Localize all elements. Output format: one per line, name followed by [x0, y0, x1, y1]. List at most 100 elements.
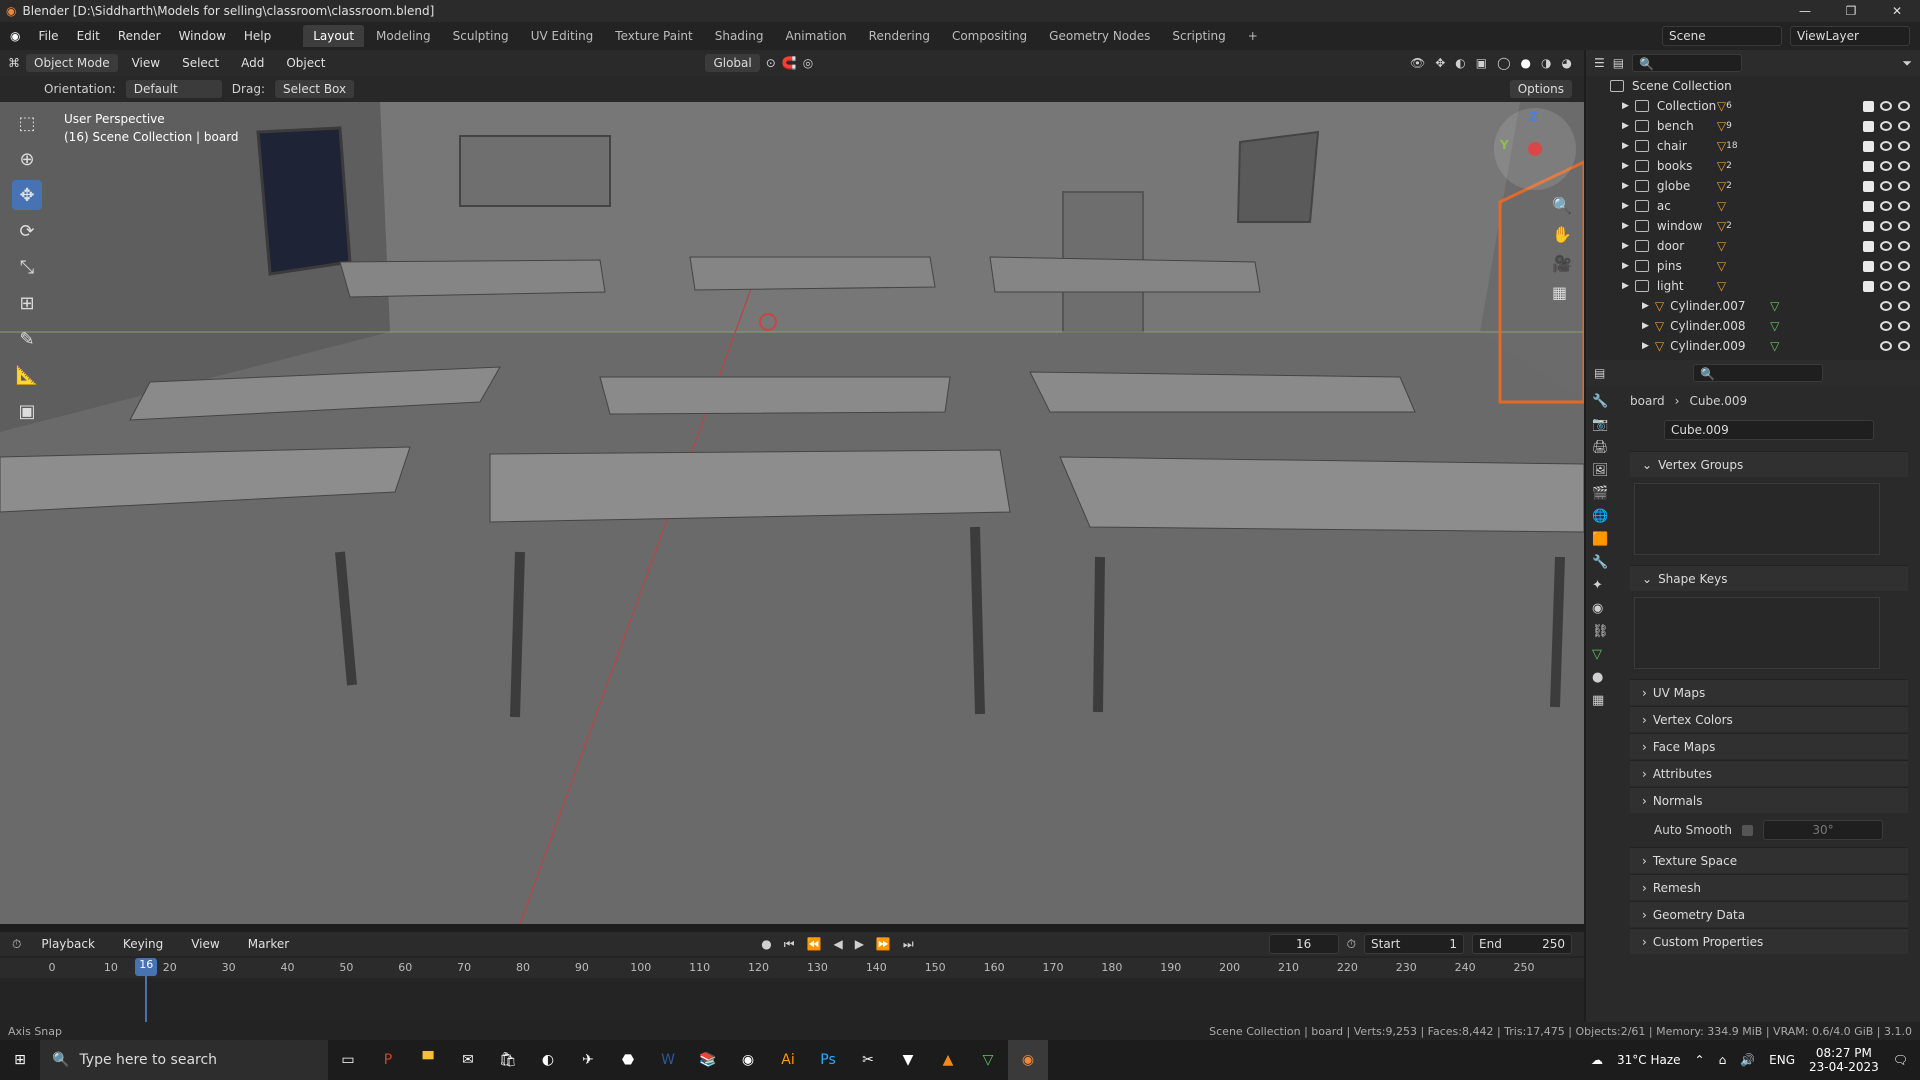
- blender-taskbar-icon[interactable]: ◉: [1008, 1040, 1048, 1080]
- mail-icon[interactable]: ✉: [448, 1040, 488, 1080]
- illustrator-icon[interactable]: Ai: [768, 1040, 808, 1080]
- play-reverse-icon[interactable]: ◀: [833, 937, 842, 951]
- panel-texture-space[interactable]: › Texture Space: [1630, 847, 1908, 873]
- jump-start-icon[interactable]: ⏮: [784, 937, 795, 952]
- menu-window[interactable]: Window: [171, 26, 234, 46]
- expand-arrow-icon[interactable]: ▶: [1622, 201, 1629, 211]
- app-icon[interactable]: ▽: [968, 1040, 1008, 1080]
- eye-icon[interactable]: [1880, 301, 1892, 311]
- language-label[interactable]: ENG: [1769, 1053, 1795, 1067]
- scene-selector[interactable]: Scene: [1662, 26, 1782, 46]
- exclude-checkbox[interactable]: [1863, 140, 1874, 152]
- expand-arrow-icon[interactable]: ▶: [1622, 161, 1629, 171]
- y-axis-icon[interactable]: Y: [1500, 138, 1509, 152]
- menu-edit[interactable]: Edit: [69, 26, 108, 46]
- taskbar-search[interactable]: 🔍 Type here to search: [40, 1040, 328, 1080]
- network-icon[interactable]: ⌂: [1719, 1053, 1727, 1067]
- snap-icon[interactable]: 🧲: [782, 56, 797, 70]
- photoshop-icon[interactable]: Ps: [808, 1040, 848, 1080]
- expand-arrow-icon[interactable]: ▶: [1622, 281, 1629, 291]
- eye-icon[interactable]: [1880, 180, 1892, 191]
- exclude-checkbox[interactable]: [1863, 280, 1874, 292]
- camera-icon[interactable]: [1898, 260, 1910, 271]
- outliner-row[interactable]: ▶ books ▽ 2: [1586, 156, 1920, 176]
- exclude-checkbox[interactable]: [1863, 240, 1874, 252]
- camera-icon[interactable]: [1898, 140, 1910, 151]
- outliner-row[interactable]: ▶ window ▽ 2: [1586, 216, 1920, 236]
- app-icon[interactable]: ✂: [848, 1040, 888, 1080]
- options-button[interactable]: Options: [1509, 80, 1572, 98]
- pan-hand-icon[interactable]: ✋: [1552, 225, 1572, 244]
- clock[interactable]: 08:27 PM 23-04-2023: [1809, 1046, 1879, 1074]
- outliner-row[interactable]: ▶ Collection ▽ 6: [1586, 96, 1920, 116]
- play-icon[interactable]: ▶: [855, 937, 864, 951]
- panel-face-maps[interactable]: › Face Maps: [1630, 733, 1908, 759]
- outliner-row-scene-collection[interactable]: Scene Collection: [1586, 76, 1920, 96]
- minimize-button[interactable]: —: [1782, 4, 1828, 18]
- viewport-menu-select[interactable]: Select: [174, 53, 227, 73]
- notification-icon[interactable]: 🗨: [1893, 1053, 1908, 1067]
- blender-menu-icon[interactable]: ◉: [10, 29, 20, 43]
- powerpoint-icon[interactable]: P: [368, 1040, 408, 1080]
- jump-key-forward-icon[interactable]: ⏩: [876, 937, 891, 951]
- orientation-selector[interactable]: Default: [125, 80, 222, 98]
- expand-arrow-icon[interactable]: ▶: [1622, 221, 1629, 231]
- weather-label[interactable]: 31°C Haze: [1617, 1053, 1681, 1067]
- menu-help[interactable]: Help: [236, 26, 279, 46]
- outliner-filter-icon[interactable]: ▤: [1613, 56, 1624, 70]
- solid-shading-icon[interactable]: ●: [1521, 56, 1531, 70]
- exclude-checkbox[interactable]: [1863, 160, 1874, 172]
- eye-icon[interactable]: [1880, 120, 1892, 131]
- move-icon[interactable]: ✥: [12, 180, 42, 210]
- transform-icon[interactable]: ⊞: [12, 288, 42, 318]
- eye-icon[interactable]: [1880, 240, 1892, 251]
- word-icon[interactable]: W: [648, 1040, 688, 1080]
- task-view-icon[interactable]: ▭: [328, 1040, 368, 1080]
- workspace-tab-uv-editing[interactable]: UV Editing: [521, 25, 604, 47]
- eye-icon[interactable]: [1880, 160, 1892, 171]
- camera-icon[interactable]: 🎥: [1552, 254, 1572, 273]
- select-box-icon[interactable]: ⬚: [12, 108, 42, 138]
- auto-smooth-checkbox[interactable]: [1741, 824, 1753, 836]
- tray-chevron-icon[interactable]: ⌃: [1695, 1053, 1705, 1067]
- x-axis-icon[interactable]: [1528, 142, 1542, 156]
- timeline-area[interactable]: 0 10 20 30 40 50 60 70 80 90 100 110 120 130 140 150 160…: [0, 956, 1584, 1026]
- volume-icon[interactable]: 🔊: [1740, 1053, 1755, 1067]
- vectornator-icon[interactable]: ▼: [888, 1040, 928, 1080]
- outliner-child-row[interactable]: ▶ ▽ Cylinder.009 ▽: [1586, 336, 1920, 356]
- panel-attributes[interactable]: › Attributes: [1630, 760, 1908, 786]
- outliner-child-row[interactable]: ▶ ▽ Cylinder.007 ▽: [1586, 296, 1920, 316]
- edge-icon[interactable]: ◐: [528, 1040, 568, 1080]
- outliner-child-row[interactable]: ▶ ▽ Cylinder.008 ▽: [1586, 316, 1920, 336]
- menu-render[interactable]: Render: [110, 26, 169, 46]
- viewlayer-selector[interactable]: ViewLayer: [1790, 26, 1910, 46]
- transform-orientation-selector[interactable]: Global: [705, 54, 760, 72]
- outliner-row[interactable]: ▶ pins ▽: [1586, 256, 1920, 276]
- windows-start-icon[interactable]: ⊞: [0, 1040, 40, 1080]
- camera-icon[interactable]: [1898, 280, 1910, 291]
- exclude-checkbox[interactable]: [1863, 260, 1874, 272]
- camera-icon[interactable]: [1898, 220, 1910, 231]
- expand-arrow-icon[interactable]: ▶: [1622, 141, 1629, 151]
- overlay-icon[interactable]: ◐: [1455, 56, 1465, 70]
- annotate-icon[interactable]: ✎: [12, 324, 42, 354]
- app-icon[interactable]: ✈: [568, 1040, 608, 1080]
- outliner-row[interactable]: ▶ ac ▽: [1586, 196, 1920, 216]
- eye-icon[interactable]: [1880, 140, 1892, 151]
- properties-search-input[interactable]: 🔍: [1693, 364, 1824, 382]
- add-cube-icon[interactable]: ▣: [12, 396, 42, 426]
- exclude-checkbox[interactable]: [1863, 180, 1874, 192]
- workspace-tab-scripting[interactable]: Scripting: [1162, 25, 1235, 47]
- expand-arrow-icon[interactable]: ▶: [1622, 101, 1629, 111]
- expand-arrow-icon[interactable]: ▶: [1642, 301, 1649, 311]
- measure-icon[interactable]: 📐: [12, 360, 42, 390]
- workspace-tab-animation[interactable]: Animation: [775, 25, 856, 47]
- editor-type-icon[interactable]: ⌘: [8, 56, 20, 70]
- panel-normals[interactable]: › Normals: [1630, 787, 1908, 813]
- camera-icon[interactable]: [1898, 341, 1910, 351]
- tool-tab-icon[interactable]: 🔧: [1592, 394, 1609, 409]
- frame-ruler[interactable]: 0 10 20 30 40 50 60 70 80 90 100 110 120 130 140 150 160…: [0, 958, 1584, 978]
- outliner-row[interactable]: ▶ light ▽: [1586, 276, 1920, 296]
- camera-icon[interactable]: [1898, 301, 1910, 311]
- camera-icon[interactable]: [1898, 200, 1910, 211]
